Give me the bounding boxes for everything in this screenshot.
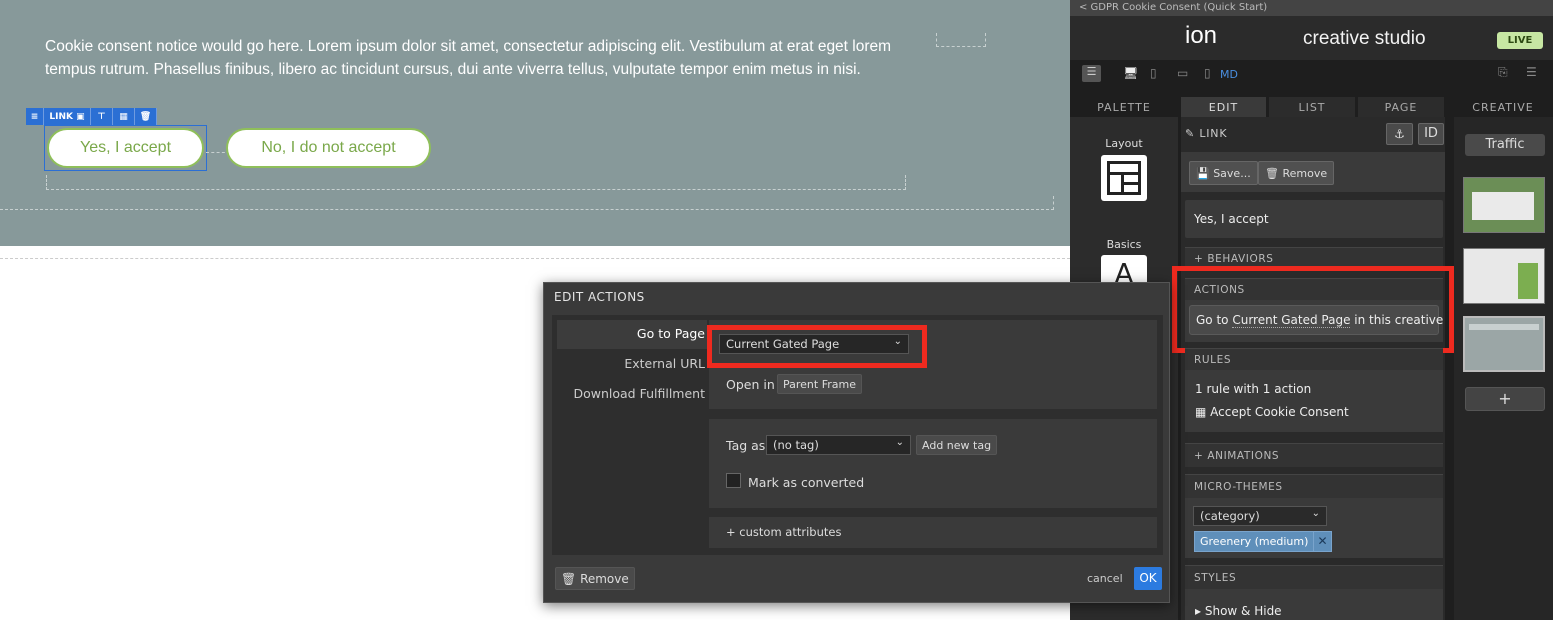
tab-edit[interactable]: EDIT [1181, 97, 1266, 117]
layout-icon[interactable]: ▦ [113, 108, 135, 125]
option-go-to-page-label[interactable]: Go to Page [637, 326, 705, 341]
theme-tag-label: Greenery (medium) [1200, 535, 1309, 548]
tab-page[interactable]: PAGE [1358, 97, 1444, 117]
animations-section[interactable]: + ANIMATIONS [1185, 443, 1443, 467]
remove-theme-icon[interactable]: ✕ [1313, 531, 1332, 552]
tagging-panel: Tag as (no tag) ⌄ Add new tag Mark as con… [709, 419, 1157, 508]
cancel-link[interactable]: cancel [1087, 572, 1123, 585]
element-type-label: LINK [1199, 127, 1228, 140]
rules-section-header: RULES [1185, 348, 1443, 370]
banner-text[interactable]: Cookie consent notice would go here. Lor… [45, 35, 915, 81]
brand-bar: ion creative studio LIVE [1070, 16, 1553, 60]
link-text-value: Yes, I accept [1194, 212, 1269, 226]
category-select[interactable]: (category) ⌄ [1193, 506, 1327, 526]
traffic-button[interactable]: Traffic [1465, 134, 1545, 156]
option-download-fulfillment[interactable]: Download Fulfillment [573, 386, 705, 401]
tablet-landscape-icon[interactable]: ▭ [1177, 66, 1188, 80]
phone-icon[interactable]: ▯ [1204, 66, 1211, 80]
pin-icon[interactable]: ⊤ [91, 108, 113, 125]
live-badge[interactable]: LIVE [1497, 32, 1543, 49]
link-text-field[interactable]: Yes, I accept [1185, 200, 1443, 238]
edit-actions-dialog: EDIT ACTIONS Go to Page External URL Dow… [543, 282, 1170, 603]
element-type: ✎ LINK [1185, 127, 1227, 140]
rule-name: Accept Cookie Consent [1210, 405, 1349, 419]
anchor-icon[interactable]: ⚓ [1386, 123, 1413, 145]
tab-list[interactable]: LIST [1269, 97, 1355, 117]
notes-icon[interactable]: ☰ [1526, 65, 1537, 79]
trash-icon[interactable]: 🗑 [135, 108, 157, 125]
trash-icon: 🗑 [561, 571, 577, 586]
chevron-down-icon: ⌄ [1311, 508, 1320, 519]
add-page-button[interactable]: + [1465, 387, 1545, 411]
rule-icon: ▦ [1195, 405, 1207, 419]
option-external-url[interactable]: External URL [624, 356, 705, 371]
tag-as-label: Tag as [726, 438, 766, 453]
pencil-icon: ✎ [1185, 127, 1196, 140]
link-element-toolbar: ≡ LINK ▣ ⊤ ▦ 🗑 [26, 108, 157, 125]
palette-basics-label: Basics [1106, 238, 1142, 251]
page-thumbnail-3[interactable] [1463, 316, 1545, 372]
palette-layout-label: Layout [1105, 137, 1143, 150]
id-button[interactable]: ID [1418, 123, 1444, 145]
banner-outline [0, 196, 1054, 210]
chevron-down-icon: ⌄ [895, 437, 904, 448]
dialog-body: Go to Page External URL Download Fulfill… [552, 315, 1163, 555]
remove-element-button[interactable]: 🗑 Remove [1258, 161, 1335, 185]
tablet-icon[interactable]: ▯ [1150, 66, 1157, 80]
add-new-tag-button[interactable]: Add new tag [916, 435, 998, 455]
preview-icon[interactable]: ⎘ [1498, 65, 1508, 80]
show-hide-item[interactable]: ▸ Show & Hide [1195, 604, 1282, 618]
save-icon: 💾 [1196, 166, 1210, 180]
show-hide-label: Show & Hide [1204, 604, 1282, 618]
accept-button[interactable]: Yes, I accept [47, 128, 204, 168]
page-thumbnail-2[interactable] [1463, 248, 1545, 304]
canvas-divider [0, 258, 1070, 259]
size-label[interactable]: MD [1220, 68, 1238, 81]
remove-element-label: Remove [1282, 166, 1328, 180]
link-toolbar-label: LINK [49, 111, 73, 122]
open-in-label: Open in [726, 377, 775, 392]
custom-attributes-panel: + custom attributes [709, 517, 1157, 548]
decline-button[interactable]: No, I do not accept [226, 128, 431, 168]
remove-action-label: Remove [580, 571, 629, 586]
page-select-highlight [707, 325, 927, 368]
layout-icon[interactable] [1101, 155, 1147, 201]
custom-attributes-link[interactable]: + custom attributes [726, 525, 841, 539]
menu-icon[interactable]: ☰ [1082, 65, 1101, 82]
styles-section: ▸ Show & Hide [1185, 589, 1443, 620]
mark-converted-label: Mark as converted [748, 475, 865, 490]
tag-select-value: (no tag) [773, 438, 819, 452]
tab-creative[interactable]: CREATIVE [1458, 97, 1548, 117]
trash-icon: 🗑 [1265, 166, 1279, 180]
save-button[interactable]: 💾 Save... [1189, 161, 1258, 185]
rules-section[interactable]: 1 rule with 1 action ▦ Accept Cookie Con… [1185, 370, 1443, 432]
rule-item[interactable]: ▦ Accept Cookie Consent [1195, 405, 1349, 419]
dialog-title: EDIT ACTIONS [554, 290, 645, 304]
styles-header: STYLES [1185, 565, 1443, 589]
open-in-select[interactable]: Parent Frame [777, 374, 862, 394]
actions-highlight-box [1172, 266, 1454, 353]
tab-palette[interactable]: PALETTE [1070, 97, 1178, 117]
remove-action-button[interactable]: 🗑 Remove [555, 567, 635, 590]
product-name: creative studio [1303, 28, 1426, 49]
placeholder-outline [936, 33, 986, 47]
desktop-icon[interactable]: 🖥 [1123, 66, 1138, 80]
mark-converted-checkbox[interactable] [726, 473, 741, 488]
button-row-outline [46, 175, 906, 190]
breadcrumb[interactable]: < GDPR Cookie Consent (Quick Start) [1070, 0, 1553, 16]
ok-button[interactable]: OK [1134, 567, 1162, 590]
tag-select[interactable]: (no tag) ⌄ [766, 435, 911, 455]
text-icon[interactable]: A [1101, 255, 1147, 285]
page-thumbnail-1[interactable] [1463, 177, 1545, 233]
ion-logo: ion [1185, 22, 1218, 49]
align-icon[interactable]: ≡ [26, 108, 44, 125]
category-select-value: (category) [1200, 509, 1260, 523]
micro-themes-section: (category) ⌄ Greenery (medium) ✕ [1185, 498, 1443, 558]
theme-tag: Greenery (medium) [1194, 531, 1315, 552]
micro-themes-header: MICRO-THEMES [1185, 474, 1443, 498]
cookie-banner[interactable]: Cookie consent notice would go here. Lor… [0, 0, 1070, 246]
save-label: Save... [1213, 166, 1251, 180]
rules-summary: 1 rule with 1 action [1195, 382, 1312, 396]
